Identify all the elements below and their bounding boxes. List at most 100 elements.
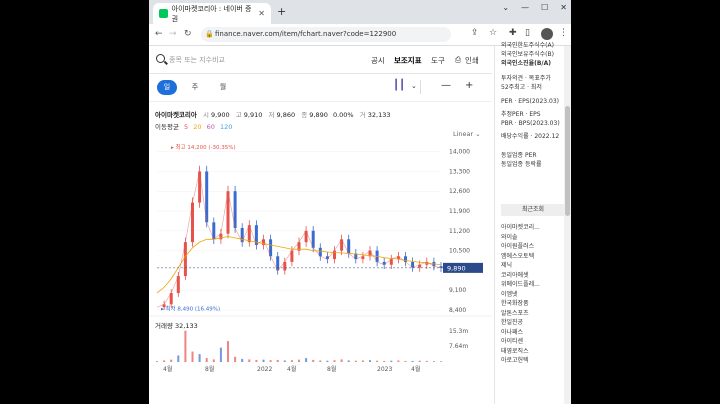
- price-tick-label: 9,100: [449, 287, 466, 294]
- sidepanel-icon[interactable]: ▯: [525, 28, 530, 38]
- scale-dropdown[interactable]: Linear ⌄: [453, 130, 481, 138]
- back-icon[interactable]: ←: [155, 29, 163, 39]
- recent-stock-item[interactable]: 한일진공: [501, 317, 523, 326]
- volume-bar: [347, 360, 350, 362]
- close-tab-icon[interactable]: ✕: [258, 9, 265, 18]
- high-annotation: ▸ 최고 14,200 (-30.35%): [171, 143, 236, 151]
- minimize-icon[interactable]: —: [521, 3, 529, 12]
- volume-bar: [248, 359, 251, 362]
- volume-bar: [333, 360, 336, 362]
- tab-daily[interactable]: 일: [157, 80, 177, 95]
- maximize-icon[interactable]: ☐: [541, 3, 548, 12]
- price-tick-label: 8,400: [449, 307, 466, 314]
- per-row: 배당수익률 · 2022.12: [501, 133, 560, 140]
- indicator-link[interactable]: 보조지표: [394, 55, 422, 66]
- volume-bar: [361, 360, 364, 362]
- print-link[interactable]: 인쇄: [465, 55, 479, 66]
- price-tick-label: 10,500: [449, 248, 470, 255]
- new-tab-button[interactable]: +: [277, 5, 286, 18]
- forward-icon[interactable]: →: [169, 29, 177, 39]
- close-window-icon[interactable]: ✕: [560, 3, 567, 12]
- recent-stock-item[interactable]: 태영로직스: [501, 346, 529, 355]
- volume-value: 32,133: [367, 111, 391, 119]
- divider: [420, 80, 421, 94]
- volume-bar: [418, 360, 421, 362]
- recent-stock-item[interactable]: 제닉: [501, 260, 512, 269]
- volume-bar: [255, 359, 258, 362]
- recent-stock-item[interactable]: 와이솔: [501, 232, 518, 241]
- tab-monthly[interactable]: 월: [213, 80, 233, 95]
- tab-title: 아이마켓코리아 : 네이버 증권: [171, 4, 252, 23]
- recent-stock-item[interactable]: 아이마켓코리...: [501, 222, 540, 231]
- price-summary: 아이마켓코리아 시 9,900 고 9,910 저 9,860 종 9,890 …: [155, 111, 391, 119]
- low-annotation: ▸ 최저 8,490 (16.49%): [161, 304, 220, 312]
- menu-icon[interactable]: ⋮: [559, 28, 568, 38]
- window-controls: ⌄ — ☐ ✕: [502, 3, 567, 12]
- volume-bar: [305, 358, 308, 362]
- recent-stock-item[interactable]: 위메이드플레...: [501, 279, 540, 288]
- volume-bar: [404, 360, 407, 362]
- volume-tick-label: 15.3m: [449, 328, 468, 335]
- x-axis-label: 4월: [287, 365, 296, 373]
- recent-stock-item[interactable]: 아이티센: [501, 336, 523, 345]
- volume-bar: [234, 356, 237, 362]
- volume-bar: [397, 360, 400, 362]
- volume-bar: [432, 361, 435, 362]
- reload-icon[interactable]: ↻: [184, 29, 192, 39]
- volume-bar: [354, 360, 357, 362]
- scale-label: Linear: [453, 130, 474, 138]
- ma-label: 이동평균: [155, 123, 179, 131]
- tab-weekly[interactable]: 주: [185, 80, 205, 95]
- volume-bar: [198, 354, 201, 362]
- zoom-in-icon[interactable]: +: [465, 80, 473, 91]
- volume-bar: [191, 351, 194, 362]
- share-icon[interactable]: ⇪: [471, 28, 479, 38]
- price-tick-label: 12,600: [449, 188, 470, 195]
- industry-change-row: 동일업종 등락률: [501, 161, 542, 168]
- tab-strip: 아이마켓코리아 : 네이버 증권 ✕ + ⌄ — ☐ ✕: [149, 0, 571, 24]
- stock-chart[interactable]: 14,000 13,300 12,600 11,900 11,200 10,500 9,10…: [149, 140, 492, 380]
- foreign-ownership-row: 외국인보유주식수(B): [501, 51, 554, 58]
- scrollbar-thumb[interactable]: [565, 106, 570, 216]
- volume-bar: [298, 359, 300, 362]
- url-field[interactable]: 🔒 finance.naver.com/item/fchart.naver?co…: [201, 27, 451, 42]
- avatar[interactable]: [541, 28, 553, 40]
- volume-bar: [219, 347, 222, 362]
- recent-stock-item[interactable]: 코리아에셋: [501, 270, 529, 279]
- recent-stock-item[interactable]: 아이원플러스: [501, 241, 534, 250]
- volume-bar: [440, 361, 442, 362]
- volume-bar: [212, 359, 215, 362]
- chart-toolbar: 종목 또는 지수비교 공시 보조지표 도구 ⎙ 인쇄: [149, 46, 492, 74]
- recent-stock-item[interactable]: 엠에스오토텍: [501, 251, 534, 260]
- bookmark-star-icon[interactable]: ☆: [489, 28, 497, 38]
- recent-stock-item[interactable]: 아로고헌텍: [501, 355, 529, 364]
- recent-stock-item[interactable]: 알톤스포츠: [501, 308, 529, 317]
- tools-link[interactable]: 도구: [431, 55, 445, 66]
- volume-bar: [170, 359, 173, 362]
- ma-60: 60: [206, 123, 215, 131]
- volume-bar: [326, 360, 329, 362]
- extension-puzzle-icon[interactable]: ✚: [509, 28, 517, 38]
- chevron-down-icon[interactable]: ⌄: [411, 82, 417, 90]
- print-icon[interactable]: ⎙: [455, 55, 461, 65]
- chevron-down-icon[interactable]: ⌄: [502, 3, 509, 12]
- volume-bar: [369, 360, 371, 362]
- volume-panel-label: 거래량 32,133: [155, 321, 198, 330]
- volume-bar: [390, 360, 393, 362]
- volume-bar: [312, 359, 315, 362]
- candle-type-icon[interactable]: ┃┃: [393, 80, 405, 91]
- recent-stock-item[interactable]: 한국화장품: [501, 298, 529, 307]
- browser-tab[interactable]: 아이마켓코리아 : 네이버 증권 ✕: [153, 3, 271, 24]
- volume-bar: [269, 360, 272, 362]
- zoom-out-icon[interactable]: —: [441, 80, 451, 91]
- url-text: finance.naver.com/item/fchart.naver?code…: [215, 30, 397, 38]
- open-price: 9,900: [211, 111, 230, 119]
- scrollbar[interactable]: [564, 46, 571, 404]
- disclosure-link[interactable]: 공시: [371, 55, 385, 66]
- search-icon[interactable]: [156, 54, 165, 63]
- recent-stock-item[interactable]: 아나패스: [501, 327, 523, 336]
- moving-average-legend[interactable]: 이동평균 5 20 60 120: [155, 121, 232, 131]
- search-input[interactable]: 종목 또는 지수비교: [169, 55, 225, 65]
- volume-bar: [319, 360, 322, 362]
- recent-stock-item[interactable]: 이엠넷: [501, 289, 518, 298]
